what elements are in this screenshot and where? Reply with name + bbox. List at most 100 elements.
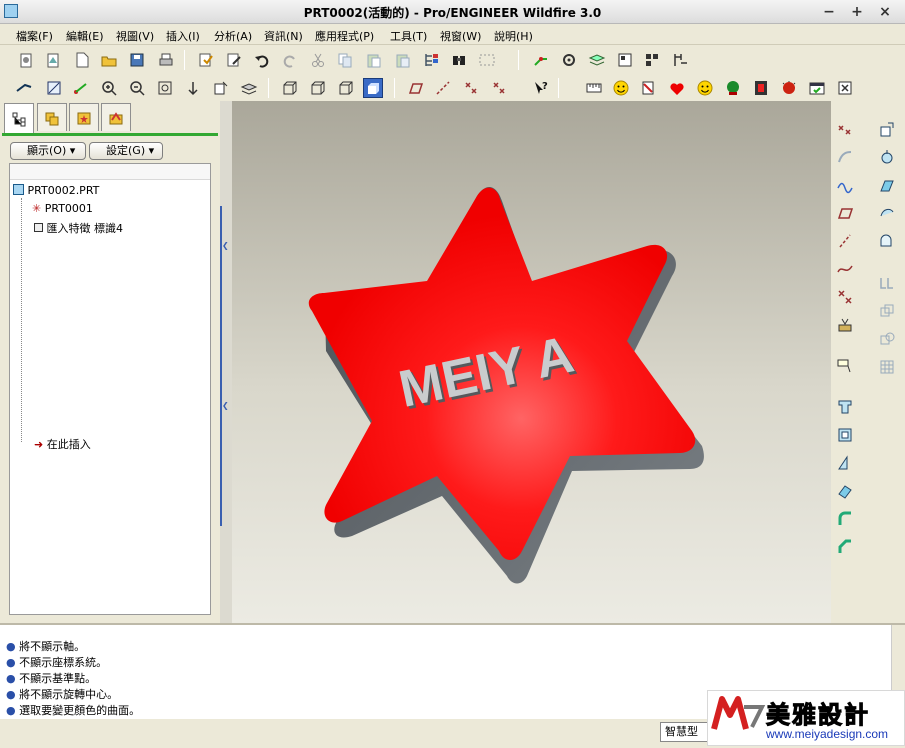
tree-insert-here[interactable]: ➜ 在此插入	[34, 436, 91, 452]
view-manager-icon[interactable]	[615, 50, 635, 70]
minimize-button[interactable]: −	[820, 3, 838, 21]
layer-tree-icon[interactable]	[239, 78, 259, 98]
tab-model-tree[interactable]	[4, 103, 34, 133]
tree-root[interactable]: PRT0002.PRT	[13, 184, 99, 197]
no-hidden-icon[interactable]	[336, 78, 356, 98]
graphics-window[interactable]: MEIY A MEIY A	[232, 101, 831, 623]
hidden-line-icon[interactable]	[308, 78, 328, 98]
orient-mode-icon[interactable]	[71, 78, 91, 98]
smiley-green-icon[interactable]	[695, 78, 715, 98]
menu-tools[interactable]: 工具(T)	[390, 28, 427, 44]
axis-tool-icon[interactable]	[835, 231, 855, 251]
zoom-in-icon[interactable]	[99, 78, 119, 98]
wireframe-icon[interactable]	[280, 78, 300, 98]
menu-file[interactable]: 檔案(F)	[16, 28, 53, 44]
pick-icon[interactable]	[43, 50, 63, 70]
blend-tool-icon[interactable]	[835, 481, 855, 501]
print-icon[interactable]	[156, 50, 176, 70]
extrude-tool-icon[interactable]	[835, 397, 855, 417]
saved-views-icon[interactable]	[211, 78, 231, 98]
regenerate-icon[interactable]	[196, 50, 216, 70]
menu-info[interactable]: 資訊(N)	[264, 28, 303, 44]
tab-folder-browser[interactable]	[37, 103, 67, 131]
plane-tool-icon[interactable]	[835, 203, 855, 223]
chamfer-tool-icon[interactable]	[835, 537, 855, 557]
datum-axes-icon[interactable]	[433, 78, 453, 98]
shading-icon[interactable]	[363, 78, 383, 98]
undo-icon[interactable]	[252, 50, 272, 70]
rib-tool-icon[interactable]	[877, 175, 897, 195]
red-ball-icon[interactable]	[779, 78, 799, 98]
datum-axis-display-icon[interactable]	[531, 50, 551, 70]
menu-analysis[interactable]: 分析(A)	[214, 28, 252, 44]
round-tool-icon[interactable]	[835, 509, 855, 529]
point-tool-icon[interactable]	[835, 287, 855, 307]
paste-special-icon[interactable]	[393, 50, 413, 70]
datum-point-tool-icon[interactable]	[835, 119, 855, 139]
datum-curve-tool-icon[interactable]	[835, 147, 855, 167]
menu-insert[interactable]: 插入(I)	[166, 28, 200, 44]
model-check-icon[interactable]	[638, 78, 658, 98]
open-folder-icon[interactable]	[99, 50, 119, 70]
sweep-tool-icon[interactable]	[835, 453, 855, 473]
datum-planes-icon[interactable]	[405, 78, 425, 98]
array-tool-icon[interactable]	[877, 357, 897, 377]
menu-help[interactable]: 說明(H)	[494, 28, 533, 44]
merge-tool-icon[interactable]	[877, 301, 897, 321]
model-tree-tools-icon[interactable]	[421, 50, 441, 70]
hole-tool-icon[interactable]	[877, 119, 897, 139]
layers-icon[interactable]	[587, 50, 607, 70]
tab-favorites[interactable]	[69, 103, 99, 131]
menu-applications[interactable]: 應用程式(P)	[315, 28, 374, 44]
window-check-icon[interactable]	[807, 78, 827, 98]
heart-icon[interactable]	[667, 78, 687, 98]
model-star[interactable]: MEIY A MEIY A	[232, 101, 831, 623]
trim-tool-icon[interactable]	[877, 329, 897, 349]
redo-icon[interactable]	[280, 50, 300, 70]
curve-tool-icon[interactable]	[835, 259, 855, 279]
zoom-out-icon[interactable]	[127, 78, 147, 98]
find-icon[interactable]	[449, 50, 469, 70]
tree-item-csys[interactable]: ✳ PRT0001	[32, 202, 93, 215]
close-button[interactable]: ×	[876, 3, 894, 21]
panel-sash[interactable]: ❮ ❮	[220, 101, 232, 623]
analysis-tool-icon[interactable]	[835, 355, 855, 375]
film-icon[interactable]	[751, 78, 771, 98]
maximize-button[interactable]: +	[848, 3, 866, 21]
display-dropdown[interactable]: 顯示(O) ▾	[10, 142, 86, 160]
coordinate-systems-icon[interactable]	[489, 78, 509, 98]
save-icon[interactable]	[127, 50, 147, 70]
close-window-icon[interactable]	[835, 78, 855, 98]
smiley-icon[interactable]	[611, 78, 631, 98]
context-help-icon[interactable]: ?	[531, 78, 551, 98]
open-part-icon[interactable]	[16, 50, 36, 70]
pattern-tool-icon[interactable]	[877, 231, 897, 251]
green-ball-icon[interactable]	[723, 78, 743, 98]
csys-tool-icon[interactable]	[835, 315, 855, 335]
new-file-icon[interactable]	[72, 50, 92, 70]
revolve-tool-icon[interactable]	[835, 425, 855, 445]
menu-view[interactable]: 視圖(V)	[116, 28, 154, 44]
cut-icon[interactable]	[308, 50, 328, 70]
selection-box-icon[interactable]	[477, 50, 497, 70]
settings-dropdown[interactable]: 設定(G) ▾	[89, 142, 163, 160]
settings-gear-icon[interactable]	[559, 50, 579, 70]
copy-icon[interactable]	[335, 50, 355, 70]
edit-definition-icon[interactable]	[224, 50, 244, 70]
mirror-tool-icon[interactable]	[877, 273, 897, 293]
menu-edit[interactable]: 編輯(E)	[66, 28, 104, 44]
repaint-icon[interactable]	[14, 78, 34, 98]
datum-points-icon[interactable]	[461, 78, 481, 98]
reorient-icon[interactable]	[183, 78, 203, 98]
grid-icon[interactable]	[642, 50, 662, 70]
measure-icon[interactable]	[584, 78, 604, 98]
simplified-rep-icon[interactable]	[670, 50, 690, 70]
draft-tool-icon[interactable]	[877, 203, 897, 223]
menu-window[interactable]: 視窗(W)	[440, 28, 481, 44]
sketch-tool-icon[interactable]	[835, 175, 855, 195]
tree-item-import-feature[interactable]: 匯入特徵 標識4	[34, 220, 123, 236]
refit-icon[interactable]	[155, 78, 175, 98]
shell-tool-icon[interactable]	[877, 147, 897, 167]
tab-connections[interactable]	[101, 103, 131, 131]
paste-icon[interactable]	[364, 50, 384, 70]
